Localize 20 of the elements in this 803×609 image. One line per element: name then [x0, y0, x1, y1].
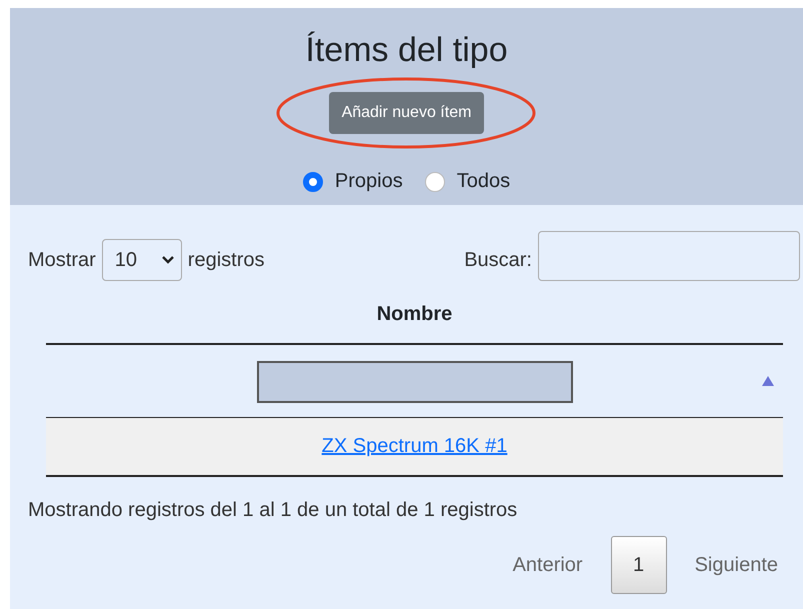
item-link[interactable]: ZX Spectrum 16K #1 [322, 435, 508, 457]
page-button[interactable]: 1 [610, 536, 667, 594]
previous-link[interactable]: Anterior [512, 554, 583, 576]
column-filter-field[interactable] [256, 361, 572, 403]
table-info: Mostrando registros del 1 al 1 de un total de 1 registros [28, 499, 518, 522]
next-link[interactable]: Siguiente [694, 554, 778, 576]
search-field[interactable] [538, 231, 800, 281]
add-item-button[interactable]: Añadir nuevo ítem [328, 92, 484, 134]
length-label: Mostrar [28, 248, 96, 272]
length-select[interactable]: 10 [102, 239, 182, 281]
search-label: Buscar: [464, 248, 532, 272]
page-title: Ítems del tipo [305, 30, 508, 70]
radio-label[interactable]: Propios [334, 170, 403, 193]
sort-ascending-icon[interactable] [761, 375, 775, 387]
radio-button[interactable] [424, 172, 445, 192]
radio-button[interactable] [302, 172, 323, 192]
column-header[interactable]: Nombre [46, 291, 783, 345]
chevron-icon [160, 255, 175, 265]
length-label: registros [188, 248, 264, 272]
radio-label[interactable]: Todos [456, 170, 510, 193]
